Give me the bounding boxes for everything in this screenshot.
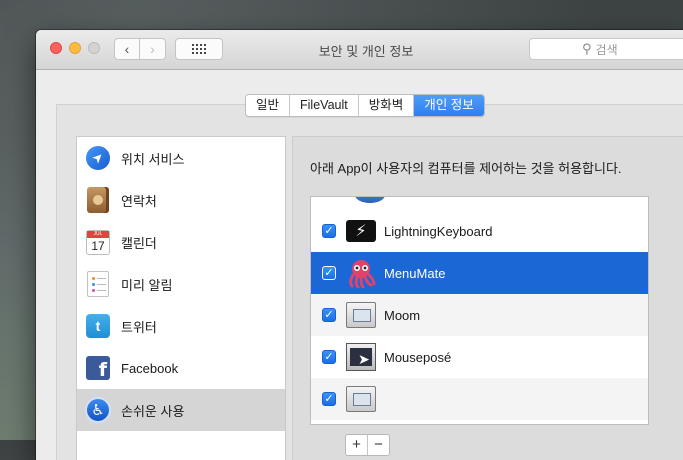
tab-bar: 일반 FileVault 방화벽 개인 정보 bbox=[245, 94, 485, 117]
tab-general[interactable]: 일반 bbox=[246, 95, 291, 116]
sidebar-item-location[interactable]: ➤ 위치 서비스 bbox=[77, 137, 285, 179]
list-item[interactable]: ✓ MenuMate bbox=[311, 252, 648, 294]
add-remove-control: + − bbox=[345, 434, 390, 456]
chevron-left-icon: ‹ bbox=[124, 41, 130, 57]
moom-window-icon bbox=[346, 302, 376, 328]
list-item[interactable]: ✓ ⚡ LightningKeyboard bbox=[311, 210, 648, 252]
app-name: Moom bbox=[384, 307, 421, 323]
add-app-button[interactable]: + bbox=[346, 435, 368, 455]
sidebar-item-contacts[interactable]: 연락처 bbox=[77, 179, 285, 221]
accessibility-icon: ♿ bbox=[85, 397, 111, 423]
sidebar-item-label: Facebook bbox=[121, 360, 179, 376]
contacts-book-icon bbox=[87, 187, 109, 213]
chevron-right-icon: › bbox=[150, 41, 155, 57]
list-item[interactable]: ✓ ➤ Mouseposé bbox=[311, 336, 648, 378]
sidebar-item-calendar[interactable]: JUL 17 캘린더 bbox=[77, 221, 285, 263]
title-bar: ‹ › 보안 및 개인 정보 ⚲ 검색 bbox=[36, 30, 683, 70]
search-input[interactable]: ⚲ 검색 bbox=[529, 38, 683, 60]
minimize-button[interactable] bbox=[69, 42, 81, 54]
calendar-icon-day: 17 bbox=[91, 238, 105, 253]
app-list[interactable]: ✓ ⚡ LightningKeyboard ✓ MenuMate ✓ Moom … bbox=[310, 196, 649, 425]
menumate-octopus-icon bbox=[349, 260, 376, 288]
sidebar-item-label: 미리 알림 bbox=[121, 277, 173, 293]
app-checkbox[interactable]: ✓ bbox=[322, 350, 336, 364]
twitter-icon: t bbox=[86, 314, 110, 338]
close-button[interactable] bbox=[50, 42, 62, 54]
forward-button[interactable]: › bbox=[140, 38, 166, 60]
facebook-icon: f bbox=[86, 356, 110, 380]
app-name: Mouseposé bbox=[384, 349, 452, 365]
location-arrow-icon: ➤ bbox=[81, 141, 115, 175]
sidebar-item-label: 캘린더 bbox=[121, 235, 157, 251]
reminders-icon bbox=[87, 271, 109, 297]
calendar-icon: JUL 17 bbox=[86, 229, 110, 255]
app-checkbox[interactable]: ✓ bbox=[322, 308, 336, 322]
back-button[interactable]: ‹ bbox=[114, 38, 140, 60]
sidebar-item-label: 손쉬운 사용 bbox=[121, 403, 185, 419]
partial-app-icon bbox=[346, 386, 376, 412]
app-name: MenuMate bbox=[384, 265, 446, 281]
app-checkbox[interactable]: ✓ bbox=[322, 266, 336, 280]
list-item-partial[interactable]: ✓ bbox=[311, 378, 648, 420]
search-icon: ⚲ bbox=[582, 41, 592, 56]
sidebar-item-twitter[interactable]: t 트위터 bbox=[77, 305, 285, 347]
list-item[interactable]: ✓ Moom bbox=[311, 294, 648, 336]
sidebar-item-label: 트위터 bbox=[121, 319, 157, 335]
permission-description: 아래 App이 사용자의 컴퓨터를 제어하는 것을 허용합니다. bbox=[310, 161, 622, 176]
preferences-window: ‹ › 보안 및 개인 정보 ⚲ 검색 일반 FileVault 방화벽 개인 … bbox=[36, 30, 683, 460]
remove-app-button[interactable]: − bbox=[368, 435, 389, 455]
mousepose-icon: ➤ bbox=[346, 343, 376, 371]
sidebar-item-accessibility[interactable]: ♿ 손쉬운 사용 bbox=[77, 389, 285, 431]
zoom-button[interactable] bbox=[88, 42, 100, 54]
tab-filevault[interactable]: FileVault bbox=[290, 95, 359, 116]
app-checkbox[interactable]: ✓ bbox=[322, 224, 336, 238]
partial-app-icon bbox=[355, 197, 385, 203]
sidebar-item-label: 위치 서비스 bbox=[121, 151, 185, 167]
app-name: LightningKeyboard bbox=[384, 223, 493, 239]
search-placeholder: 검색 bbox=[595, 42, 618, 57]
show-all-button[interactable] bbox=[175, 38, 223, 60]
app-checkbox[interactable]: ✓ bbox=[322, 392, 336, 406]
sidebar-item-facebook[interactable]: f Facebook bbox=[77, 347, 285, 389]
tab-privacy[interactable]: 개인 정보 bbox=[414, 95, 484, 116]
tab-firewall[interactable]: 방화벽 bbox=[358, 95, 415, 116]
window-title: 보안 및 개인 정보 bbox=[318, 44, 414, 59]
privacy-sidebar: ➤ 위치 서비스 연락처 JUL 17 캘린더 미리 알림 t 트위터 f Fa… bbox=[76, 136, 286, 460]
calendar-icon-month: JUL bbox=[87, 230, 109, 238]
lightning-keyboard-icon: ⚡ bbox=[346, 220, 376, 242]
sidebar-item-label: 연락처 bbox=[121, 193, 157, 209]
grid-icon bbox=[192, 44, 206, 54]
sidebar-item-reminders[interactable]: 미리 알림 bbox=[77, 263, 285, 305]
